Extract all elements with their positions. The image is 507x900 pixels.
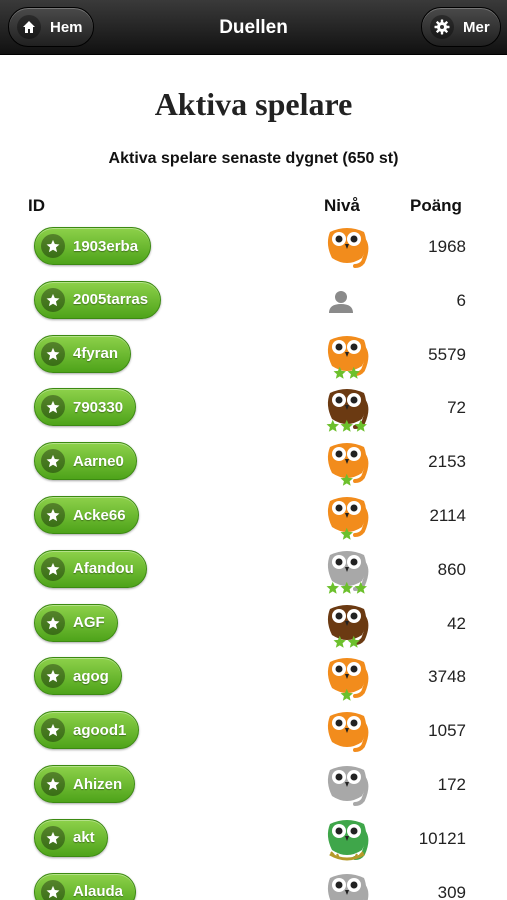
star-icon [41,449,65,474]
table-row: Aarne0 2153 [0,435,507,489]
player-points: 2153 [428,452,466,472]
owl-level-icon [322,491,372,541]
player-id: 1903erba [73,237,139,255]
star-icon [41,234,65,258]
app-root: Duellen Hem Mer Aktiva spelare Aktiva sp… [0,0,507,900]
more-label: Mer [463,18,490,36]
player-button[interactable]: akt [34,818,108,857]
table-row: Acke66 2114 [0,489,507,543]
page-subtitle: Aktiva spelare senaste dygnet (650 st) [108,150,399,167]
star-icon [41,825,65,850]
table-row: akt 10121 [0,812,507,866]
star-icon [41,341,65,366]
player-button[interactable]: 2005tarras [34,280,162,319]
player-button[interactable]: Afandou [34,549,147,588]
player-points: 72 [447,398,466,418]
player-points: 1968 [428,237,466,256]
player-button[interactable]: 4fyran [34,334,132,373]
player-button[interactable]: 790330 [34,388,137,427]
player-points: 2114 [429,506,466,525]
player-button[interactable]: Acke66 [34,496,139,534]
column-header-id: ID [28,196,45,215]
player-id: 790330 [73,398,124,416]
player-button[interactable]: agog [34,657,122,696]
gear-icon [430,15,454,39]
player-points: 10121 [418,828,466,848]
home-icon [17,15,41,39]
owl-level-icon [322,706,372,756]
star-icon [41,395,65,420]
column-header-level: Nivå [324,196,360,215]
table-row: 1903erba 1968 [0,220,507,274]
player-points: 6 [456,290,466,310]
player-points: 309 [437,882,466,900]
owl-level-icon [322,330,372,380]
star-icon [41,556,65,581]
star-icon [41,879,65,900]
star-icon [41,772,65,796]
more-button[interactable]: Mer [421,7,501,47]
player-id: Acke66 [73,506,126,524]
owl-level-icon [322,383,372,433]
star-icon [41,718,65,743]
top-toolbar: Duellen Hem Mer [0,0,507,55]
page-title: Aktiva spelare [154,86,353,122]
table-row: Alauda 309 [0,866,507,900]
table-row: 4fyran 5579 [0,328,507,382]
player-button[interactable]: Aarne0 [34,442,137,481]
player-id: 4fyran [73,345,119,363]
owl-level-icon [322,760,372,810]
table-row: agog 3748 [0,650,507,704]
home-label: Hem [50,18,83,36]
player-id: agood1 [73,721,127,739]
player-button[interactable]: Alauda [34,872,137,900]
player-points: 5579 [428,344,466,364]
star-icon [41,503,65,527]
player-id: Afandou [73,560,134,578]
player-points: 1057 [428,721,466,741]
player-button[interactable]: AGF [34,603,118,642]
player-id: agog [73,667,109,685]
star-icon [41,664,65,689]
player-points: 172 [437,775,466,794]
owl-level-icon [322,814,372,864]
player-points: 860 [437,559,466,579]
player-button[interactable]: 1903erba [34,227,152,265]
star-icon [41,287,65,312]
owl-level-icon [322,868,372,900]
player-id: Alauda [73,883,124,900]
table-row: AGF 42 [0,597,507,651]
owl-level-icon [322,545,372,595]
player-button[interactable]: Ahizen [34,765,136,803]
owl-level-icon [322,437,372,487]
table-row: Ahizen 172 [0,758,507,812]
table-row: 790330 72 [0,381,507,435]
player-id: Ahizen [73,775,123,793]
player-button[interactable]: agood1 [34,711,140,750]
person-silhouette-icon [322,276,372,326]
owl-level-icon [322,652,372,702]
table-row: agood1 1057 [0,704,507,758]
table-row: 2005tarras 6 [0,274,507,328]
player-id: 2005tarras [73,291,149,309]
player-points: 42 [447,613,466,633]
player-points: 3748 [428,667,466,687]
table-row: Afandou 860 [0,543,507,597]
player-id: AGF [73,614,105,632]
column-header-points: Poäng [410,196,462,215]
player-id: akt [73,829,95,847]
star-icon [41,610,65,635]
owl-level-icon [322,599,372,649]
player-id: Aarne0 [73,452,124,470]
owl-level-icon [322,222,372,272]
home-button[interactable]: Hem [8,7,94,47]
